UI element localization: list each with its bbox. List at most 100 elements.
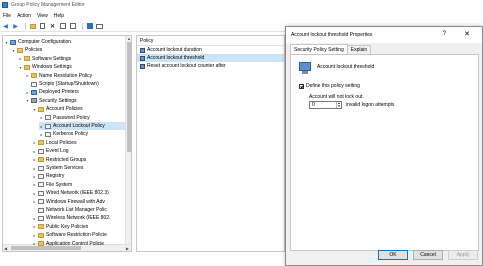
delete-icon[interactable]: ✕ xyxy=(49,23,56,30)
expand-arrow-icon[interactable]: ▸ xyxy=(32,216,37,221)
dialog-title: Account lockout threshold Properties xyxy=(291,32,373,38)
expand-arrow-icon[interactable]: ▸ xyxy=(39,124,44,129)
menu-file[interactable]: File xyxy=(3,13,11,19)
back-icon[interactable]: ◀ xyxy=(2,23,9,30)
tree-item[interactable]: ▸ Local Policies xyxy=(32,139,77,147)
policy-computer-icon xyxy=(299,62,312,75)
expand-arrow-icon[interactable]: ▸ xyxy=(32,166,37,171)
tree-item[interactable]: ▸ Deployed Printers xyxy=(25,88,79,96)
expand-arrow-icon[interactable]: ▸ xyxy=(32,241,37,246)
tree-item[interactable]: ▾ Account Policies xyxy=(32,105,82,113)
ok-button[interactable]: OK xyxy=(378,250,408,260)
policy-column-header[interactable]: Policy xyxy=(137,36,284,46)
tab-panel: Account lockout threshold Define this po… xyxy=(290,54,479,251)
folder-icon[interactable] xyxy=(29,23,36,30)
policy-row[interactable]: Account lockout threshold xyxy=(137,54,284,62)
tree-vertical-scroll-thumb[interactable] xyxy=(127,42,131,152)
collapse-arrow-icon[interactable]: ▾ xyxy=(18,65,23,70)
menu-view[interactable]: View xyxy=(37,13,48,19)
tree-item[interactable]: ▸ Event Log xyxy=(32,147,68,155)
tree-item[interactable]: Scripts (Startup/Shutdown) xyxy=(25,80,99,88)
help-button[interactable]: ? xyxy=(443,31,446,37)
collapse-arrow-icon[interactable]: ▾ xyxy=(32,107,37,112)
properties-icon[interactable] xyxy=(39,23,46,30)
expand-arrow-icon[interactable]: ▸ xyxy=(32,191,37,196)
expand-arrow-icon[interactable]: ▸ xyxy=(32,233,37,238)
tree-item[interactable]: ▸ Windows Firewall with Adv xyxy=(32,198,104,206)
properties-dialog: Account lockout threshold Properties ? ✕… xyxy=(285,26,483,266)
tree-item[interactable]: ▸ Password Policy xyxy=(39,114,90,122)
define-policy-checkbox-row[interactable]: Define this policy setting xyxy=(299,83,360,89)
tree-item-label: Password Policy xyxy=(53,114,90,121)
policy-row[interactable]: Reset account lockout counter after xyxy=(137,62,284,70)
expand-arrow-icon[interactable]: ▸ xyxy=(32,157,37,162)
expand-arrow-icon[interactable]: ▸ xyxy=(32,149,37,154)
expand-arrow-icon[interactable]: ▸ xyxy=(25,90,30,95)
tree-item[interactable]: ▸ Account Lockout Policy xyxy=(39,122,125,130)
export-icon[interactable] xyxy=(69,23,76,30)
menu-help[interactable]: Help xyxy=(54,13,64,19)
menu-action[interactable]: Action xyxy=(17,13,31,19)
collapse-arrow-icon[interactable]: ▾ xyxy=(4,40,9,45)
collapse-arrow-icon[interactable]: ▾ xyxy=(11,48,16,53)
console-tree[interactable]: ▲ ◀ ▶ ▾ Computer Configuration ▾ Policies ▸ S… xyxy=(2,35,132,252)
define-policy-checkbox[interactable] xyxy=(299,83,304,89)
refresh-icon[interactable] xyxy=(59,23,66,30)
tree-item[interactable]: ▸ File System xyxy=(32,181,72,189)
threshold-row: 0 ▲ ▼ invalid logon attempts xyxy=(309,101,394,109)
expand-arrow-icon[interactable]: ▸ xyxy=(32,140,37,145)
expand-arrow-icon[interactable]: ▸ xyxy=(32,199,37,204)
threshold-value[interactable]: 0 xyxy=(312,102,315,108)
tree-item-label: Security Settings xyxy=(39,97,77,104)
tree-item[interactable]: ▸ Registry xyxy=(32,172,64,180)
expand-arrow-icon[interactable]: ▸ xyxy=(25,73,30,78)
policy-row-label: Account lockout duration xyxy=(147,47,202,53)
tree-item[interactable]: ▸ Application Control Policie xyxy=(32,240,104,248)
scroll-left-icon[interactable]: ◀ xyxy=(4,246,7,251)
scroll-up-icon[interactable]: ▲ xyxy=(127,36,131,41)
tree-item[interactable]: ▾ Policies xyxy=(11,46,42,54)
tree-item[interactable]: ▸ Software Settings xyxy=(18,55,71,63)
tree-item[interactable]: ▸ System Services xyxy=(32,164,83,172)
doc-icon xyxy=(38,207,44,213)
threshold-spinbox[interactable]: 0 ▲ ▼ xyxy=(309,101,342,109)
apply-button[interactable]: Apply xyxy=(448,250,478,260)
tab-security-policy-setting[interactable]: Security Policy Setting xyxy=(290,44,348,54)
lock-icon xyxy=(31,98,37,104)
tree-item[interactable]: ▸ Software Restriction Policie xyxy=(32,231,106,239)
tree-item[interactable]: ▸ Wireless Network (IEEE 802. xyxy=(32,214,110,222)
collapse-arrow-icon[interactable]: ▾ xyxy=(25,98,30,103)
expand-arrow-icon[interactable]: ▸ xyxy=(39,132,44,137)
policy-name-label: Account lockout threshold xyxy=(317,64,375,70)
console-icon[interactable] xyxy=(96,23,103,30)
tree-item-label: Local Policies xyxy=(46,139,77,146)
doc-icon xyxy=(45,115,51,121)
expand-arrow-icon[interactable]: ▸ xyxy=(39,115,44,120)
tree-item-label: Policies xyxy=(25,47,43,54)
forward-icon[interactable]: ▶ xyxy=(12,23,19,30)
tab-explain[interactable]: Explain xyxy=(346,45,372,54)
spin-arrows-icon[interactable]: ▲ ▼ xyxy=(336,102,341,108)
tree-item[interactable]: ▸ Name Resolution Policy xyxy=(25,72,92,80)
close-button[interactable]: ✕ xyxy=(464,30,470,38)
policy-row[interactable]: Account lockout duration xyxy=(137,46,284,54)
cancel-button[interactable]: Cancel xyxy=(413,250,443,260)
tree-item[interactable]: Network List Manager Polic xyxy=(32,206,107,214)
toolbar-separator xyxy=(82,22,83,30)
expand-arrow-icon[interactable]: ▸ xyxy=(18,56,23,61)
tree-item[interactable]: ▾ Security Settings xyxy=(25,97,77,105)
define-policy-label[interactable]: Define this policy setting xyxy=(306,83,360,89)
tree-item[interactable]: ▸ Kerberos Policy xyxy=(39,130,88,138)
expand-arrow-icon[interactable]: ▸ xyxy=(32,174,37,179)
expand-arrow-icon[interactable]: ▸ xyxy=(32,182,37,187)
tree-item[interactable]: ▸ Public Key Policies xyxy=(32,223,88,231)
tree-item[interactable]: ▸ Restricted Groups xyxy=(32,156,86,164)
tree-item-label: Deployed Printers xyxy=(39,89,79,96)
help-icon[interactable] xyxy=(86,23,93,30)
tree-vertical-scrollbar[interactable]: ▲ xyxy=(125,36,131,245)
tree-item[interactable]: ▾ Computer Configuration xyxy=(4,38,71,46)
tree-item[interactable]: ▾ Windows Settings xyxy=(18,63,71,71)
expand-arrow-icon[interactable]: ▸ xyxy=(32,224,37,229)
tree-item[interactable]: ▸ Wired Network (IEEE 802.3) xyxy=(32,189,108,197)
scroll-right-icon[interactable]: ▶ xyxy=(126,246,129,251)
